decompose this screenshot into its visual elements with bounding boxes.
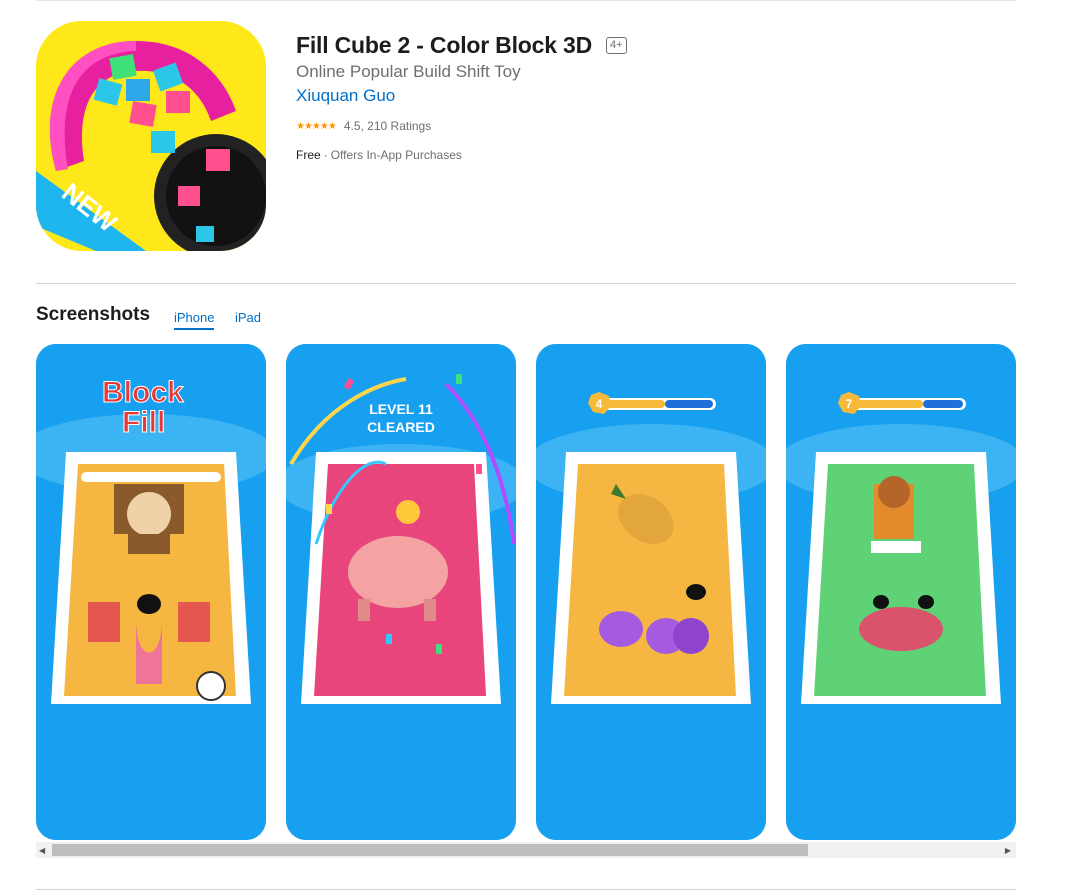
rating-summary: ★★★★★ 4.5, 210 Ratings xyxy=(296,119,431,133)
rating-stars-icon: ★★★★★ xyxy=(296,120,337,132)
scroll-thumb[interactable] xyxy=(52,844,808,856)
price-label: Free xyxy=(296,148,321,162)
top-divider xyxy=(36,0,1016,1)
logo-fill-text: Fill xyxy=(122,406,165,439)
scroll-right-arrow-icon[interactable]: ▶ xyxy=(1005,846,1011,855)
tab-ipad[interactable]: iPad xyxy=(235,310,261,328)
level-cleared-line1: LEVEL 11 xyxy=(369,401,433,417)
level-4-progress-fill xyxy=(604,400,665,408)
screenshot-2[interactable]: LEVEL 11 CLEARED xyxy=(286,344,516,840)
screenshot-1[interactable]: Block Fill xyxy=(36,344,266,840)
level-number: 7 xyxy=(846,397,853,411)
tab-iphone[interactable]: iPhone xyxy=(174,310,215,330)
screenshots-scrollbar[interactable]: ◀ ▶ xyxy=(36,842,1016,858)
level-number: 4 xyxy=(596,397,603,411)
app-icon: NEW xyxy=(36,21,266,251)
scroll-left-arrow-icon[interactable]: ◀ xyxy=(39,846,45,855)
app-subtitle: Online Popular Build Shift Toy xyxy=(296,62,521,81)
level-cleared-line2: CLEARED xyxy=(367,419,435,435)
rating-text: 4.5, 210 Ratings xyxy=(343,119,432,133)
in-app-purchases-label: Offers In-App Purchases xyxy=(330,148,462,162)
hand-pointer-icon xyxy=(196,671,226,701)
price-separator: · xyxy=(323,148,328,162)
developer-link[interactable]: Xiuquan Guo xyxy=(296,86,395,106)
logo-block-text: Block xyxy=(102,376,184,409)
screenshot-3[interactable]: 4 xyxy=(536,344,766,840)
bottom-divider xyxy=(36,889,1016,890)
screenshots-heading: Screenshots xyxy=(36,304,151,325)
section-divider xyxy=(36,283,1016,284)
screenshot-4[interactable]: 7 xyxy=(786,344,1016,840)
age-rating-badge: 4+ xyxy=(606,37,627,54)
level-7-progress-fill xyxy=(854,400,923,408)
price-info: Free · Offers In-App Purchases xyxy=(296,148,462,162)
app-title: Fill Cube 2 - Color Block 3D xyxy=(296,32,592,58)
